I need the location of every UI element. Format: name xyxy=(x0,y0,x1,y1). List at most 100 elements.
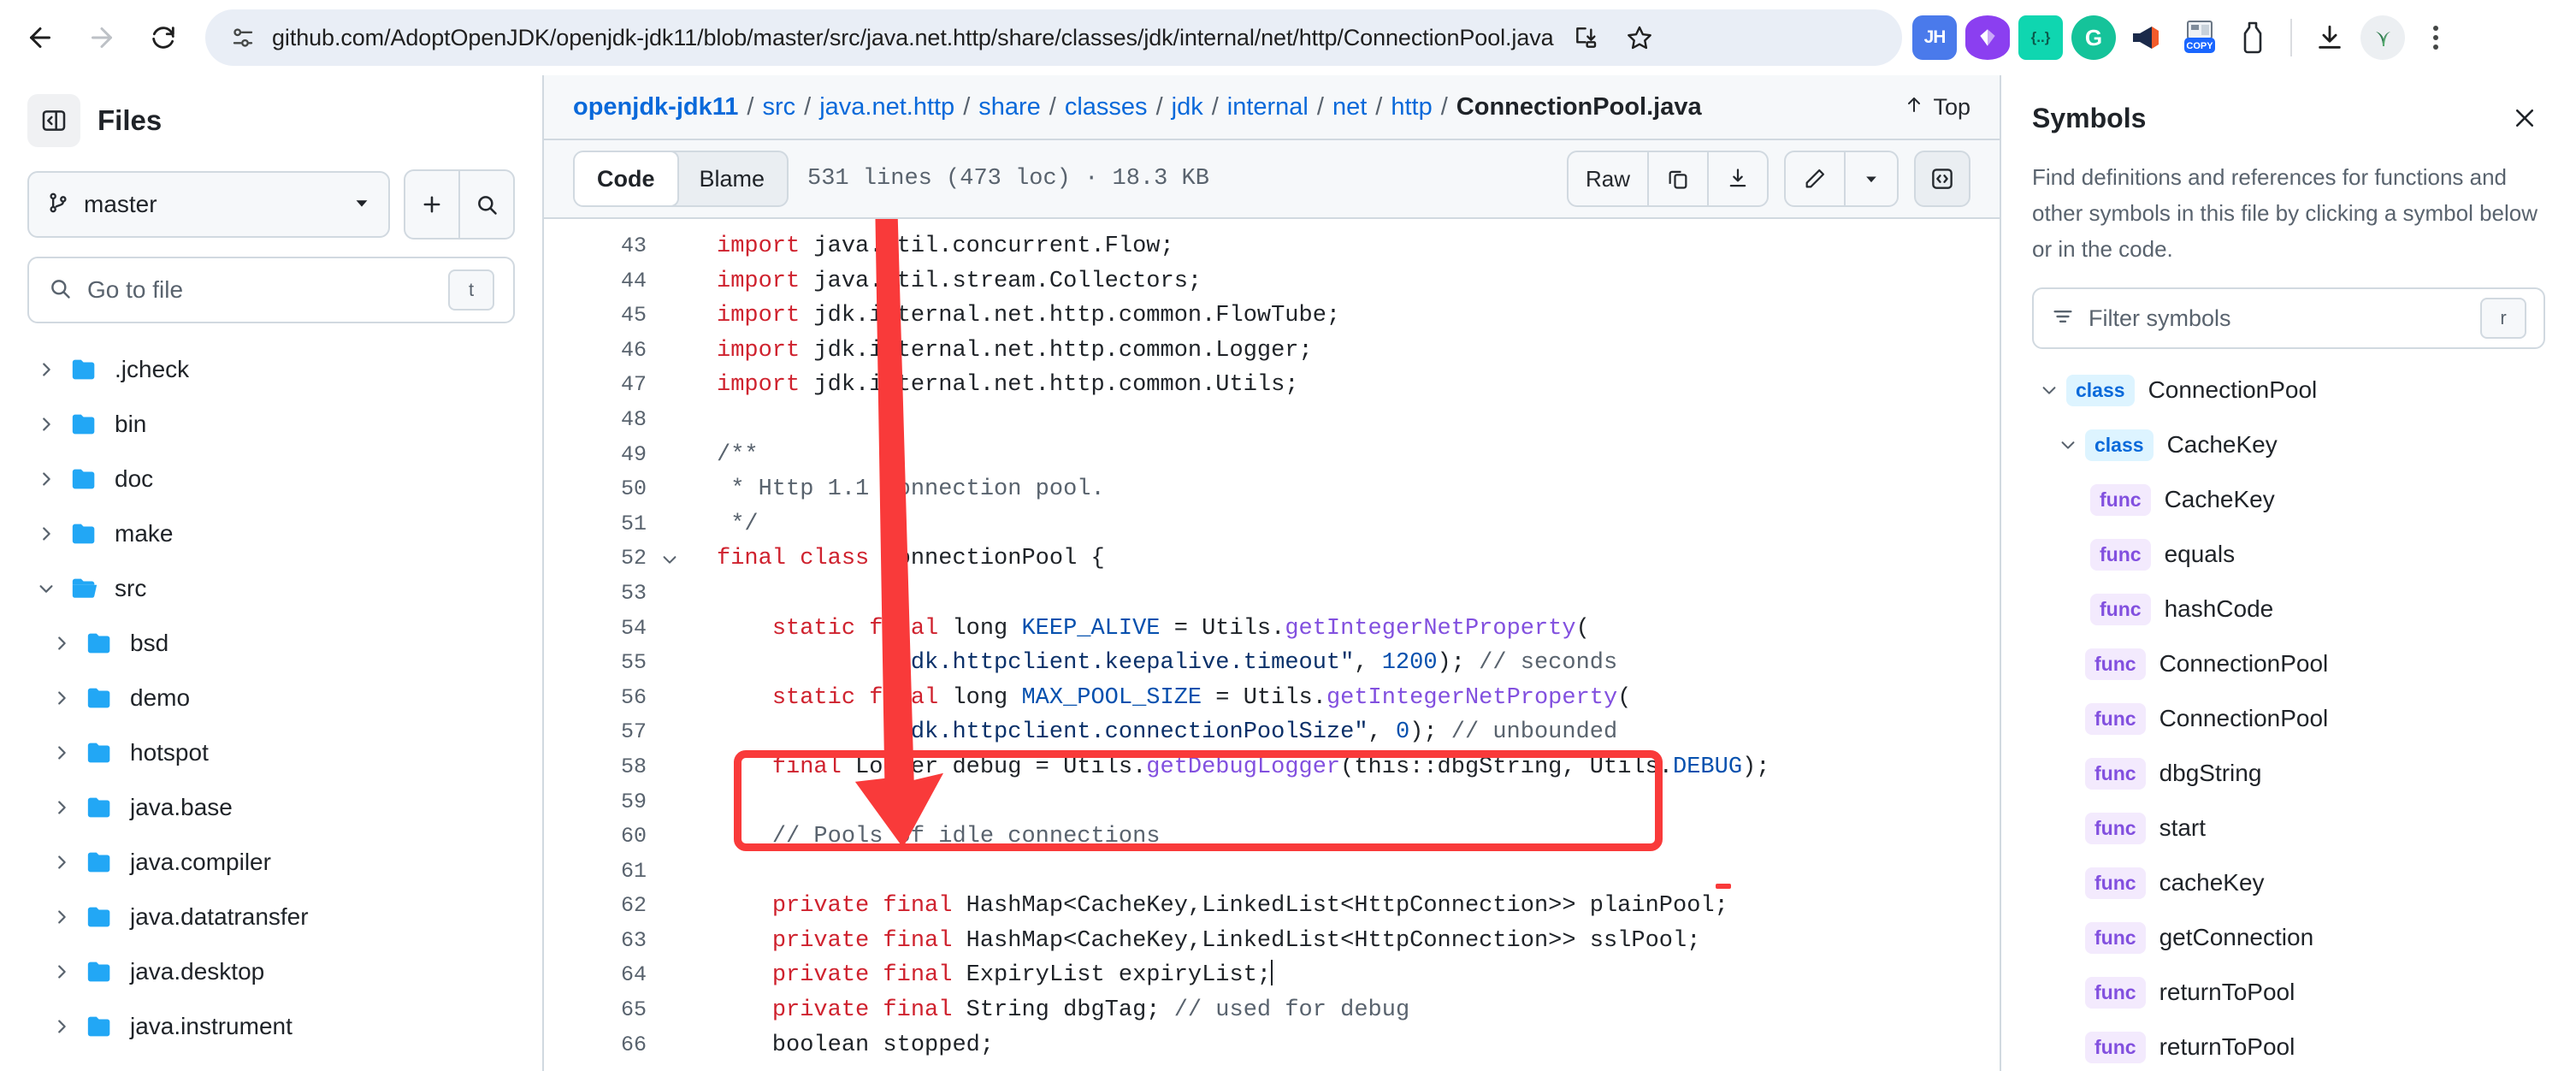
search-icon[interactable] xyxy=(458,171,513,238)
symbol-item-returntopool[interactable]: func returnToPool xyxy=(2032,1020,2545,1071)
tree-item-doc[interactable]: doc xyxy=(27,452,515,506)
breadcrumb-link-http[interactable]: http xyxy=(1391,93,1432,121)
symbol-item-hashcode[interactable]: func hashCode xyxy=(2032,582,2545,636)
tree-item-label: bin xyxy=(115,411,147,437)
download-icon[interactable] xyxy=(2307,15,2352,60)
chevron-down-icon[interactable] xyxy=(2051,435,2085,454)
search-icon xyxy=(48,276,72,305)
address-bar[interactable]: github.com/AdoptOpenJDK/openjdk-jdk11/bl… xyxy=(205,9,1902,66)
tab-blame[interactable]: Blame xyxy=(677,152,788,205)
chevron-right-icon[interactable] xyxy=(43,798,80,817)
pencil-icon[interactable] xyxy=(1786,152,1844,205)
tree-item-java-instrument[interactable]: java.instrument xyxy=(27,999,515,1054)
chevron-right-icon[interactable] xyxy=(43,908,80,926)
symbol-item-cachekey[interactable]: func cacheKey xyxy=(2032,855,2545,910)
tree-item-java-compiler[interactable]: java.compiler xyxy=(27,835,515,890)
tab-code[interactable]: Code xyxy=(575,152,679,205)
code-line: 54 static final long KEEP_ALIVE = Utils.… xyxy=(544,612,2000,647)
grammarly-extension-icon[interactable]: G xyxy=(2071,15,2116,60)
code-line: 65 private final String dbgTag; // used … xyxy=(544,993,2000,1028)
code-brackets-icon[interactable] xyxy=(1914,151,1970,207)
raw-button[interactable]: Raw xyxy=(1569,152,1647,205)
tree-item-bin[interactable]: bin xyxy=(27,397,515,452)
install-app-icon[interactable] xyxy=(1564,15,1609,60)
chevron-right-icon[interactable] xyxy=(43,689,80,707)
branch-selector[interactable]: master xyxy=(27,171,390,238)
tree-item-java-desktop[interactable]: java.desktop xyxy=(27,944,515,999)
chevron-down-icon[interactable] xyxy=(27,579,65,598)
chevron-right-icon[interactable] xyxy=(43,743,80,762)
breadcrumb-link-internal[interactable]: internal xyxy=(1227,93,1309,121)
copy-icon[interactable] xyxy=(1647,152,1707,205)
purple-extension-icon[interactable] xyxy=(1965,15,2010,60)
tree-item-demo[interactable]: demo xyxy=(27,671,515,725)
breadcrumb-link-net[interactable]: net xyxy=(1332,93,1367,121)
breadcrumb-link-openjdk-jdk11[interactable]: openjdk-jdk11 xyxy=(573,93,738,121)
filter-symbols-input[interactable]: Filter symbols r xyxy=(2032,287,2545,349)
tree-item-java-base[interactable]: java.base xyxy=(27,780,515,835)
symbol-kind-badge: class xyxy=(2066,374,2135,406)
tree-item-java-logging[interactable]: java.logging xyxy=(27,1054,515,1071)
symbol-item-start[interactable]: func start xyxy=(2032,801,2545,855)
chevron-right-icon[interactable] xyxy=(43,962,80,981)
code-text: import java.util.concurrent.Flow; xyxy=(717,234,1174,259)
symbol-item-equals[interactable]: func equals xyxy=(2032,527,2545,582)
breadcrumb-link-classes[interactable]: classes xyxy=(1065,93,1148,121)
profile-avatar[interactable] xyxy=(2360,15,2405,60)
forward-arrow-icon[interactable] xyxy=(74,9,130,66)
plus-icon[interactable] xyxy=(405,171,458,238)
tree-item-make[interactable]: make xyxy=(27,506,515,561)
chevron-right-icon[interactable] xyxy=(27,415,65,434)
symbol-item-cachekey[interactable]: func CacheKey xyxy=(2032,472,2545,527)
tree-item-hotspot[interactable]: hotspot xyxy=(27,725,515,780)
tree-item-bsd[interactable]: bsd xyxy=(27,616,515,671)
kebab-menu-icon[interactable] xyxy=(2414,14,2458,62)
arrow-up-icon xyxy=(1904,94,1924,121)
megaphone-extension-icon[interactable] xyxy=(2124,15,2169,60)
chevron-right-icon[interactable] xyxy=(43,1017,80,1036)
svg-text:COPY: COPY xyxy=(2186,41,2213,51)
symbol-item-connectionpool[interactable]: class ConnectionPool xyxy=(2032,363,2545,417)
code-fold-toggle-icon[interactable] xyxy=(647,550,693,569)
symbol-item-returntopool[interactable]: func returnToPool xyxy=(2032,965,2545,1020)
go-to-file-input[interactable]: Go to file t xyxy=(27,257,515,323)
chevron-right-icon[interactable] xyxy=(27,524,65,543)
symbol-item-connectionpool[interactable]: func ConnectionPool xyxy=(2032,691,2545,746)
tree-item-java-datatransfer[interactable]: java.datatransfer xyxy=(27,890,515,944)
symbol-item-getconnection[interactable]: func getConnection xyxy=(2032,910,2545,965)
breadcrumb-link-java-net-http[interactable]: java.net.http xyxy=(819,93,954,121)
close-icon[interactable] xyxy=(2504,98,2545,139)
branch-name: master xyxy=(84,191,157,217)
chevron-down-icon[interactable] xyxy=(2032,381,2066,399)
json-extension-icon[interactable]: {..} xyxy=(2018,15,2063,60)
breadcrumb-link-src[interactable]: src xyxy=(762,93,795,121)
navigation-buttons xyxy=(0,9,192,66)
download-raw-icon[interactable] xyxy=(1707,152,1767,205)
site-settings-icon[interactable] xyxy=(224,19,262,56)
jh-extension-icon[interactable]: JH xyxy=(1912,15,1957,60)
breadcrumb-link-share[interactable]: share xyxy=(978,93,1041,121)
sidebar-collapse-icon[interactable] xyxy=(27,94,80,147)
code-scroll-area[interactable]: 43 import java.util.concurrent.Flow; 44 imp… xyxy=(544,219,2000,1071)
symbol-item-cachekey[interactable]: class CacheKey xyxy=(2032,417,2545,472)
chevron-right-icon[interactable] xyxy=(43,634,80,653)
code-line: 44 import java.util.stream.Collectors; xyxy=(544,264,2000,299)
symbol-item-connectionpool[interactable]: func ConnectionPool xyxy=(2032,636,2545,691)
star-icon[interactable] xyxy=(1617,15,1662,60)
breadcrumb-link-jdk[interactable]: jdk xyxy=(1172,93,1203,121)
reload-icon[interactable] xyxy=(135,9,192,66)
chevron-right-icon[interactable] xyxy=(27,360,65,379)
chevron-right-icon[interactable] xyxy=(27,470,65,488)
symbol-item-dbgstring[interactable]: func dbgString xyxy=(2032,746,2545,801)
chevron-right-icon[interactable] xyxy=(43,853,80,872)
bottle-extension-icon[interactable] xyxy=(2230,15,2275,60)
symbol-name: cacheKey xyxy=(2159,869,2265,896)
scroll-to-top-button[interactable]: Top xyxy=(1904,94,1970,121)
back-arrow-icon[interactable] xyxy=(12,9,68,66)
copy-extension-icon[interactable]: COPY xyxy=(2177,15,2222,60)
tree-item-label: java.datatransfer xyxy=(130,903,309,930)
chevron-down-icon[interactable] xyxy=(1844,152,1897,205)
filter-symbols-placeholder: Filter symbols xyxy=(2089,305,2231,331)
tree-item--jcheck[interactable]: .jcheck xyxy=(27,342,515,397)
tree-item-src[interactable]: src xyxy=(27,561,515,616)
